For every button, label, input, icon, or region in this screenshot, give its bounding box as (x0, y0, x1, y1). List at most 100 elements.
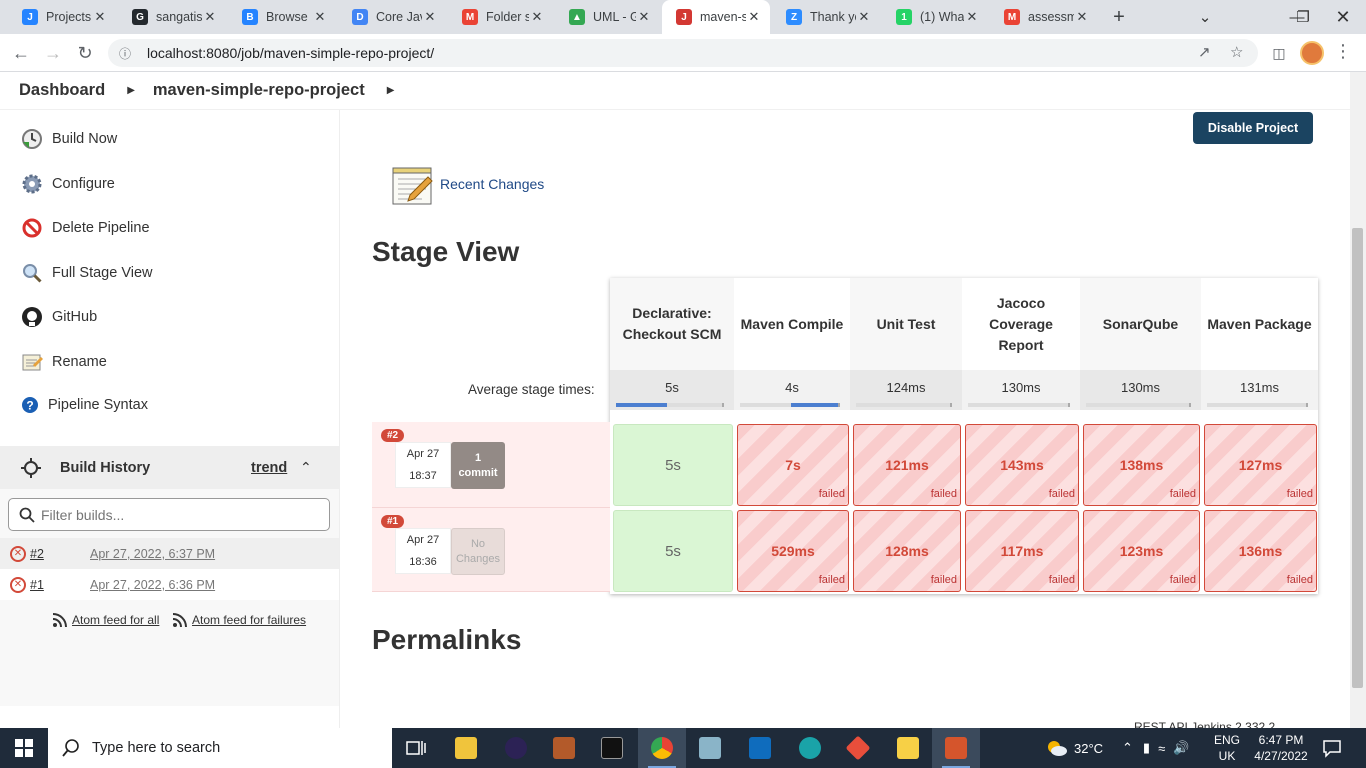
tab-close-icon[interactable]: ✕ (312, 9, 328, 25)
build-history-row[interactable]: ✕ #2 Apr 27, 2022, 6:37 PM (0, 538, 339, 569)
browser-tab[interactable]: D Core Jav ✕ (338, 0, 446, 34)
site-info-icon[interactable]: ⓘ (119, 45, 133, 62)
clock[interactable]: 6:47 PM 4/27/2022 (1250, 732, 1312, 764)
stage-build-row-2[interactable]: #2 Apr 27 18:37 1 commit (372, 422, 610, 508)
eclipse-icon[interactable] (492, 728, 540, 768)
page-scrollbar-thumb[interactable] (1352, 228, 1363, 688)
recent-changes[interactable]: Recent Changes (390, 162, 544, 206)
forward-icon[interactable]: → (40, 40, 66, 66)
bookmark-star-icon[interactable]: ☆ (1230, 43, 1243, 61)
stage-cell[interactable]: 529ms failed (737, 510, 849, 592)
tab-close-icon[interactable]: ✕ (422, 9, 438, 25)
pinned-app-icon[interactable] (932, 728, 980, 768)
stage-cell[interactable]: 143ms failed (965, 424, 1079, 506)
close-window-button[interactable]: ✕ (1320, 0, 1366, 34)
browser-tab[interactable]: Jmaven-s ✕ (662, 0, 770, 34)
task-rename[interactable]: Rename (20, 347, 107, 377)
terminal-icon[interactable] (588, 728, 636, 768)
notes-app-icon[interactable] (686, 728, 734, 768)
tab-close-icon[interactable]: ✕ (92, 9, 108, 25)
task-pipeline-syntax[interactable]: ? Pipeline Syntax (20, 390, 148, 420)
task-build-now[interactable]: Build Now (20, 124, 117, 154)
breadcrumb-chevron-icon[interactable]: ▶ (387, 85, 395, 96)
browser-tab[interactable]: J Projects ✕ (8, 0, 116, 34)
tab-close-icon[interactable]: ✕ (1074, 9, 1090, 25)
stage-cell[interactable]: 136ms failed (1204, 510, 1317, 592)
stage-cell[interactable]: 7s failed (737, 424, 849, 506)
stage-cell[interactable]: 121ms failed (853, 424, 961, 506)
tab-close-icon[interactable]: ✕ (856, 9, 872, 25)
breadcrumb-project[interactable]: maven-simple-repo-project (153, 81, 365, 100)
browser-menu-icon[interactable]: ⋮ (1334, 41, 1352, 62)
new-tab-button[interactable]: + (1108, 6, 1130, 28)
tab-close-icon[interactable]: ✕ (529, 9, 545, 25)
trend-link[interactable]: trend (251, 460, 287, 476)
browser-tab[interactable]: B Browse I ✕ (228, 0, 336, 34)
browser-tab[interactable]: Z Thank yc ✕ (772, 0, 880, 34)
wifi-icon[interactable]: ≈ (1158, 741, 1165, 756)
build-date-link[interactable]: Apr 27, 2022, 6:36 PM (90, 578, 215, 592)
breadcrumb-dashboard[interactable]: Dashboard (19, 81, 105, 100)
build-badge[interactable]: #2 (381, 429, 405, 442)
breadcrumb-chevron-icon[interactable]: ▶ (127, 85, 135, 96)
stage-cell[interactable]: 123ms failed (1083, 510, 1200, 592)
task-view-icon[interactable] (392, 728, 440, 768)
browser-tab[interactable]: 1 (1) What ✕ (882, 0, 988, 34)
task-full-stage-view[interactable]: Full Stage View (20, 258, 152, 288)
stage-cell[interactable]: 128ms failed (853, 510, 961, 592)
task-delete-pipeline[interactable]: Delete Pipeline (20, 213, 150, 243)
build-changes-button[interactable]: 1 commit (451, 442, 505, 489)
back-icon[interactable]: ← (8, 40, 34, 66)
build-badge[interactable]: #1 (381, 515, 405, 528)
git-app-icon[interactable] (834, 728, 882, 768)
build-number-link[interactable]: #1 (30, 578, 44, 592)
chevron-up-icon[interactable]: ⌃ (300, 459, 312, 476)
outlook-icon[interactable] (736, 728, 784, 768)
language-indicator[interactable]: ENG UK (1212, 732, 1242, 764)
battery-icon[interactable]: ▮ (1143, 740, 1150, 756)
browser-tab[interactable]: Gsangatis ✕ (118, 0, 226, 34)
weather-widget[interactable]: 32°C (1046, 728, 1103, 768)
stage-cell[interactable]: 127ms failed (1204, 424, 1317, 506)
stage-cell[interactable]: 117ms failed (965, 510, 1079, 592)
disable-project-button[interactable]: Disable Project (1193, 112, 1313, 144)
tab-close-icon[interactable]: ✕ (964, 9, 980, 25)
atom-feed-all-link[interactable]: Atom feed for all (52, 612, 159, 628)
chrome-icon[interactable] (638, 728, 686, 768)
tab-close-icon[interactable]: ✕ (746, 9, 762, 25)
recent-changes-link[interactable]: Recent Changes (440, 176, 544, 192)
side-panel-icon[interactable]: ◫ (1266, 40, 1292, 66)
start-button[interactable] (0, 728, 48, 768)
browser-tab[interactable]: M Folder st✕ (448, 0, 553, 34)
edge-icon[interactable] (786, 728, 834, 768)
task-configure[interactable]: Configure (20, 169, 115, 199)
build-number-link[interactable]: #2 (30, 547, 44, 561)
taskbar-search[interactable]: Type here to search (48, 728, 392, 768)
task-github[interactable]: GitHub (20, 302, 97, 332)
reload-icon[interactable]: ↻ (72, 40, 98, 66)
tab-close-icon[interactable]: ✕ (636, 9, 652, 25)
build-date-link[interactable]: Apr 27, 2022, 6:37 PM (90, 547, 215, 561)
stage-cell[interactable]: 138ms failed (1083, 424, 1200, 506)
game-app-icon[interactable] (540, 728, 588, 768)
stage-cell[interactable]: 5s (613, 424, 733, 506)
build-changes-button[interactable]: No Changes (451, 528, 505, 575)
volume-icon[interactable]: 🔊 (1173, 740, 1189, 756)
filter-builds-input[interactable] (41, 506, 311, 523)
notifications-icon[interactable] (1322, 738, 1344, 758)
share-icon[interactable]: ↗ (1198, 43, 1211, 61)
stage-build-row-1[interactable]: #1 Apr 27 18:36 No Changes (372, 508, 610, 592)
address-bar[interactable]: ⓘ localhost:8080/job/maven-simple-repo-p… (108, 39, 1258, 67)
sticky-notes-icon[interactable] (884, 728, 932, 768)
browser-tab[interactable]: Massessm ✕ (990, 0, 1098, 34)
atom-feed-failures-link[interactable]: Atom feed for failures (172, 612, 306, 628)
profile-avatar[interactable] (1300, 41, 1324, 65)
browser-tab[interactable]: ▲ UML - G ✕ (555, 0, 660, 34)
tab-search-button[interactable]: ⌄ (1182, 0, 1228, 34)
stage-cell[interactable]: 5s (613, 510, 733, 592)
filter-builds-field[interactable] (8, 498, 330, 531)
file-explorer-icon[interactable] (442, 728, 490, 768)
chevron-up-icon[interactable]: ⌃ (1122, 740, 1133, 756)
tab-close-icon[interactable]: ✕ (202, 9, 218, 25)
build-history-row[interactable]: ✕ #1 Apr 27, 2022, 6:36 PM (0, 569, 339, 600)
